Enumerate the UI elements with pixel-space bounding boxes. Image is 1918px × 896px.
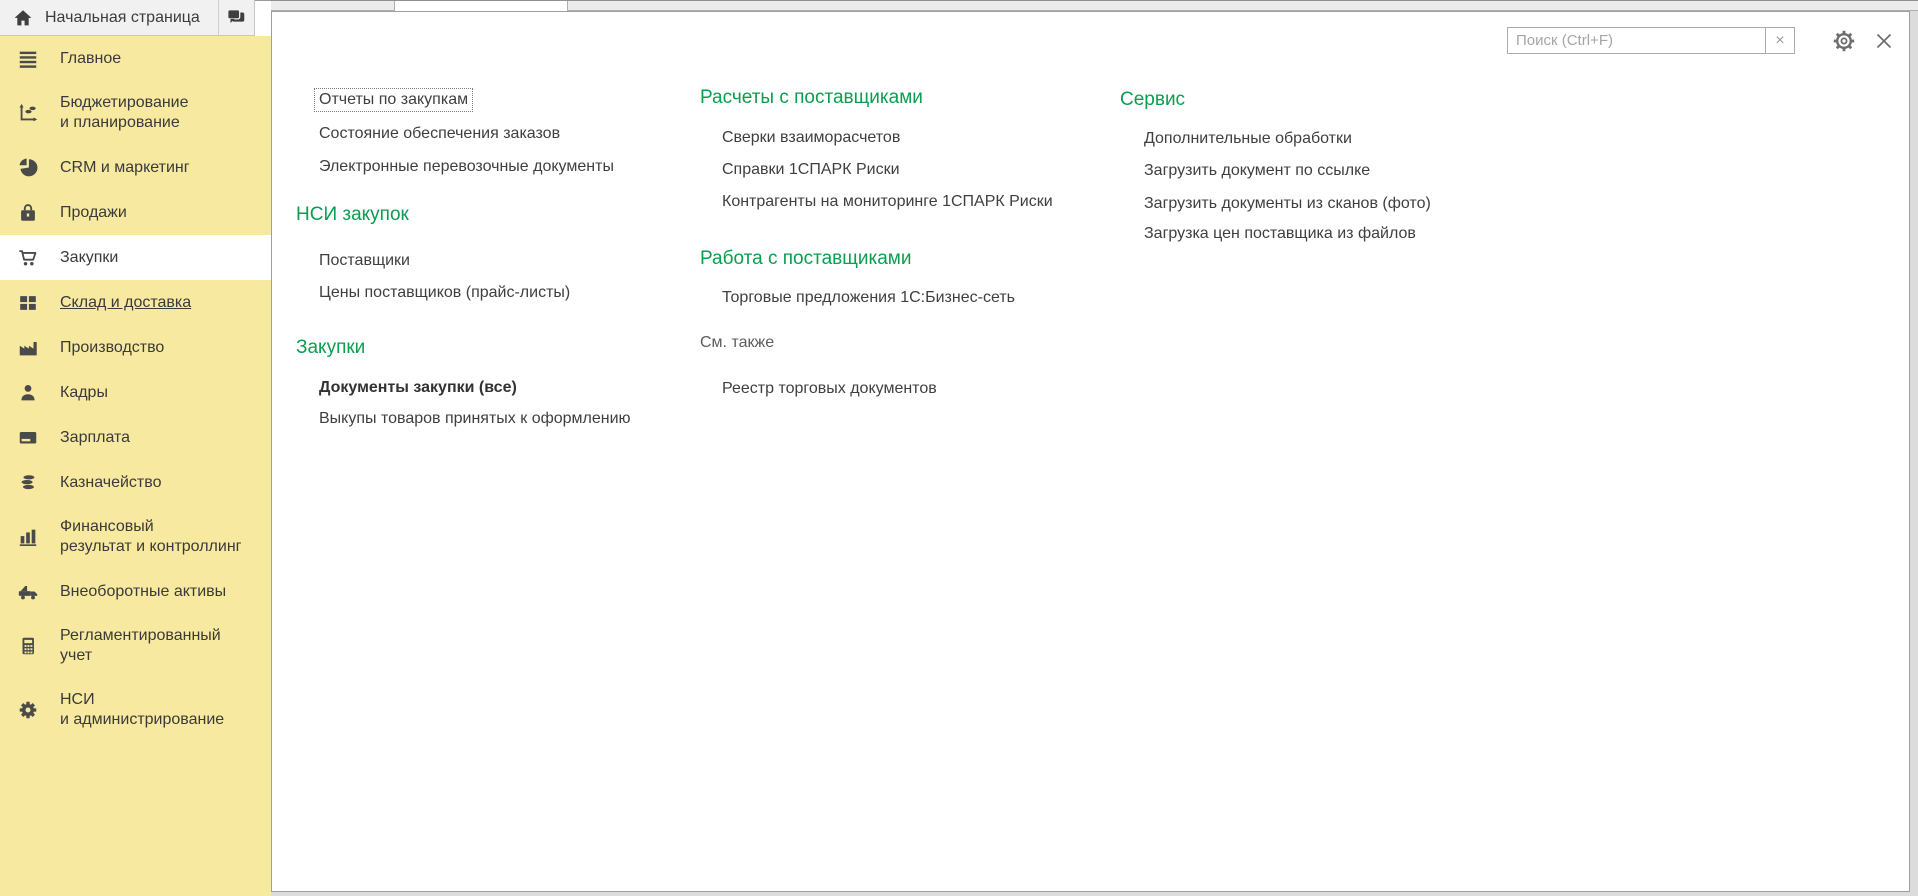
sidebar-item-label: Продажи (60, 203, 250, 223)
home-icon (12, 7, 34, 29)
warehouse-icon (16, 291, 40, 315)
menu-link-electronic-transport-docs[interactable]: Электронные перевозочные документы (319, 156, 614, 178)
section-header-supplier-work: Работа с поставщиками (700, 246, 911, 272)
section-header-see-also: См. также (700, 332, 774, 354)
sidebar-item-label: Производство (60, 338, 250, 358)
topbar-panel-gap (255, 0, 271, 37)
sidebar-item-label: Финансовый результат и контроллинг (60, 517, 250, 557)
menu-link-trade-documents-registry[interactable]: Реестр торговых документов (722, 378, 937, 400)
sidebar-item-production[interactable]: Производство (0, 325, 271, 370)
menu-link-goods-buyouts[interactable]: Выкупы товаров принятых к оформлению (319, 408, 631, 430)
sidebar-item-label: Казначейство (60, 473, 250, 493)
sidebar-item-assets[interactable]: Внеоборотные активы (0, 569, 271, 614)
salary-icon (16, 426, 40, 450)
section-header-nsi-purchases: НСИ закупок (296, 202, 409, 228)
close-panel-button[interactable] (1871, 28, 1897, 54)
settings-button[interactable] (1831, 28, 1857, 54)
search-input[interactable] (1507, 27, 1765, 54)
sidebar-item-warehouse[interactable]: Склад и доставка (0, 280, 271, 325)
section-header-service: Сервис (1120, 87, 1185, 113)
menu-link-additional-processing[interactable]: Дополнительные обработки (1144, 128, 1352, 150)
menu-link-trade-offers[interactable]: Торговые предложения 1С:Бизнес-сеть (722, 287, 1015, 309)
section-header-purchases: Закупки (296, 335, 365, 361)
sidebar-item-label: Зарплата (60, 428, 250, 448)
menu-link-suppliers[interactable]: Поставщики (319, 250, 410, 272)
top-bar: Начальная страница (0, 0, 255, 36)
discussions-button[interactable] (219, 0, 254, 35)
sidebar-item-label: CRM и маркетинг (60, 158, 250, 178)
section-menu-panel: × Отчеты по закупкам Состояние обес (271, 11, 1910, 892)
administration-icon (16, 698, 40, 722)
sections-sidebar: Главное Бюджетирование и планирование CR… (0, 36, 271, 896)
sidebar-item-label: НСИ и администрирование (60, 690, 250, 730)
sidebar-item-treasury[interactable]: Казначейство (0, 460, 271, 505)
close-icon (1874, 31, 1894, 51)
sidebar-item-regulated-accounting[interactable]: Регламентированный учет (0, 614, 271, 678)
sidebar-item-label: Бюджетирование и планирование (60, 93, 250, 133)
sidebar-item-salary[interactable]: Зарплата (0, 415, 271, 460)
tab-strip (271, 0, 1918, 11)
purchases-icon (16, 246, 40, 270)
sidebar-item-finance[interactable]: Финансовый результат и контроллинг (0, 505, 271, 569)
sidebar-item-label: Регламентированный учет (60, 626, 250, 666)
treasury-icon (16, 471, 40, 495)
menu-link-load-supplier-prices-from-files[interactable]: Загрузка цен поставщика из файлов (1144, 223, 1416, 245)
finance-icon (16, 525, 40, 549)
production-icon (16, 336, 40, 360)
assets-icon (16, 580, 40, 604)
menu-link-spark-monitoring[interactable]: Контрагенты на мониторинге 1СПАРК Риски (722, 191, 1053, 213)
accounting-icon (16, 634, 40, 658)
sidebar-item-label: Кадры (60, 383, 250, 403)
menu-link-load-documents-from-scans[interactable]: Загрузить документы из сканов (фото) (1144, 193, 1431, 215)
search-box: × (1507, 27, 1795, 54)
menu-link-load-document-by-link[interactable]: Загрузить документ по ссылке (1144, 160, 1370, 182)
sidebar-item-label: Склад и доставка (60, 293, 250, 313)
section-header-supplier-settlements: Расчеты с поставщиками (700, 85, 923, 111)
budgeting-icon (16, 101, 40, 125)
sidebar-item-hr[interactable]: Кадры (0, 370, 271, 415)
menu-link-order-fulfillment[interactable]: Состояние обеспечения заказов (319, 123, 560, 145)
clear-icon: × (1775, 32, 1784, 50)
sidebar-item-label: Закупки (60, 248, 250, 268)
crm-icon (16, 156, 40, 180)
sales-icon (16, 201, 40, 225)
sidebar-item-crm[interactable]: CRM и маркетинг (0, 145, 271, 190)
menu-link-reconciliations[interactable]: Сверки взаиморасчетов (722, 127, 900, 149)
sidebar-item-label: Главное (60, 49, 250, 69)
sidebar-item-main[interactable]: Главное (0, 36, 271, 81)
chat-icon (225, 7, 247, 29)
gear-icon (1832, 29, 1856, 53)
home-page-button[interactable]: Начальная страница (0, 0, 200, 35)
menu-link-purchase-reports[interactable]: Отчеты по закупкам (314, 88, 473, 112)
search-clear-button[interactable]: × (1765, 27, 1795, 54)
menu-link-supplier-prices[interactable]: Цены поставщиков (прайс-листы) (319, 282, 570, 304)
menu-link-purchase-documents[interactable]: Документы закупки (все) (319, 377, 517, 399)
home-page-label: Начальная страница (45, 9, 200, 27)
sidebar-item-sales[interactable]: Продажи (0, 190, 271, 235)
hr-icon (16, 381, 40, 405)
sidebar-item-label: Внеоборотные активы (60, 582, 250, 602)
sidebar-item-administration[interactable]: НСИ и администрирование (0, 678, 271, 742)
menu-link-spark-certificates[interactable]: Справки 1СПАРК Риски (722, 159, 900, 181)
menu-icon (16, 47, 40, 71)
sidebar-item-budgeting[interactable]: Бюджетирование и планирование (0, 81, 271, 145)
sidebar-item-purchases[interactable]: Закупки (0, 235, 271, 280)
